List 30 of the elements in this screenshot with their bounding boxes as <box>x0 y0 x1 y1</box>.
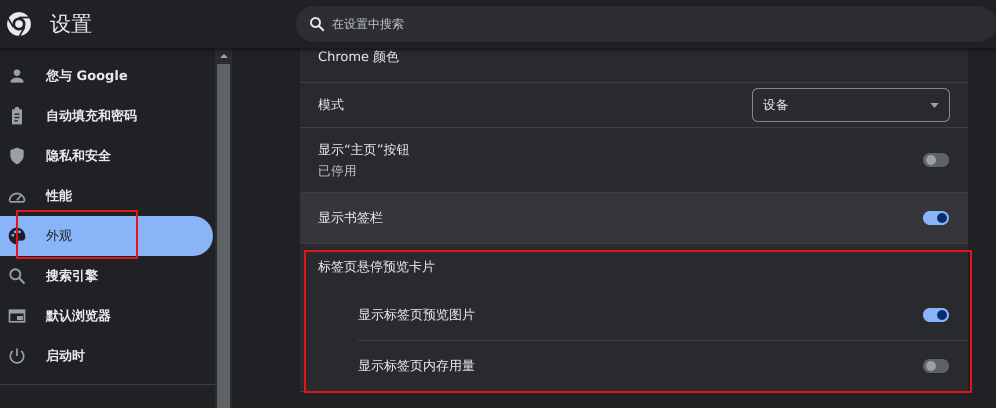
toggle-switch[interactable] <box>923 153 949 167</box>
section-heading: 标签页悬停预览卡片 <box>317 259 436 277</box>
sidebar-item[interactable]: 您与 Google <box>0 56 213 96</box>
scroll-up-arrow-icon[interactable] <box>220 54 228 58</box>
sidebar-item[interactable]: 性能 <box>0 176 213 216</box>
page-title: 设置 <box>50 11 92 38</box>
search-icon <box>7 266 27 286</box>
scrollbar[interactable] <box>215 48 232 408</box>
sidebar-item[interactable]: 外观 <box>0 216 213 256</box>
toggle-switch[interactable] <box>923 308 949 322</box>
setting-label: 显示书签栏 <box>318 210 383 227</box>
setting-label: 模式 <box>318 97 344 114</box>
browser-logo-icon <box>6 11 32 37</box>
mode-dropdown[interactable]: 设备 <box>752 88 950 122</box>
caret-icon <box>930 102 939 108</box>
setting-label: 显示标签页预览图片 <box>358 307 475 324</box>
sidebar-item[interactable]: 启动时 <box>0 336 213 376</box>
setting-label: 显示标签页内存用量 <box>358 358 475 375</box>
toggle-switch[interactable] <box>923 211 949 225</box>
sidebar-item[interactable]: 隐私和安全 <box>0 136 213 176</box>
search-field[interactable]: 在设置中搜索 <box>296 6 996 42</box>
setting-label: Chrome 颜色 <box>318 49 400 66</box>
sidebar-item[interactable]: 自动填充和密码 <box>0 96 213 136</box>
power-icon <box>7 346 27 366</box>
setting-status: 已停用 <box>318 162 358 180</box>
sidebar-item[interactable]: 默认浏览器 <box>0 296 213 336</box>
toggle-switch[interactable] <box>923 359 949 373</box>
setting-label: 显示“主页”按钮 <box>318 142 410 158</box>
palette-icon <box>7 226 27 246</box>
sidebar-item[interactable]: 搜索引擎 <box>0 256 213 296</box>
